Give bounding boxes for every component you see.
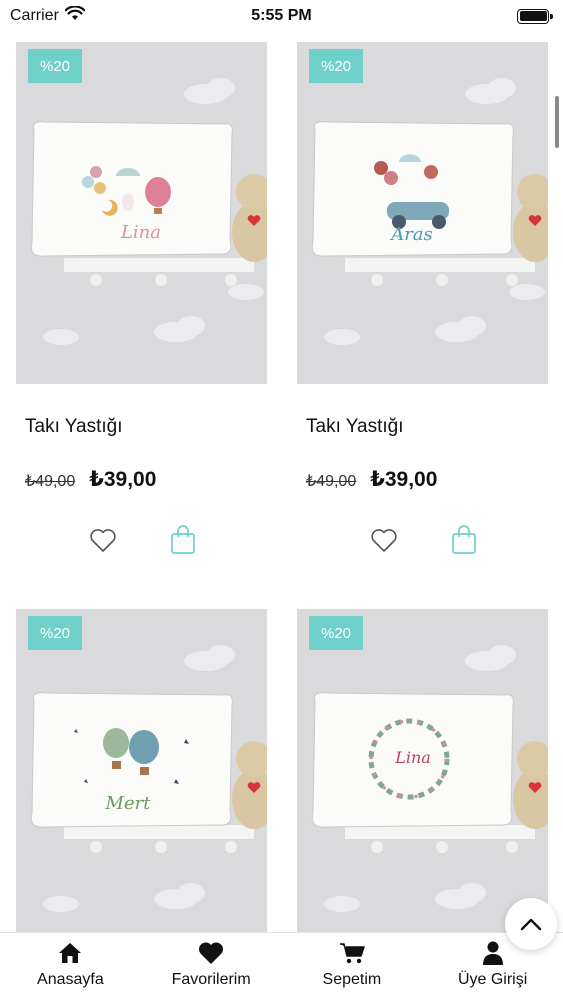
nav-label: Üye Girişi (457, 971, 528, 988)
heart-outline-icon (371, 529, 397, 552)
nav-item-home[interactable]: Anasayfa (0, 933, 141, 1000)
add-to-cart-button[interactable] (449, 525, 479, 555)
product-card[interactable]: Mert %20 (16, 609, 267, 932)
price-row: ₺49,00 ₺39,00 (306, 467, 437, 492)
new-price: ₺39,00 (370, 468, 438, 491)
nav-label: Sepetim (322, 971, 382, 988)
status-bar: Carrier 5:55 PM (0, 0, 563, 32)
card-actions (369, 525, 479, 555)
product-name[interactable]: Takı Yastığı (25, 416, 123, 438)
favorite-button[interactable] (88, 525, 118, 555)
wifi-icon (64, 5, 86, 26)
carrier-label: Carrier (10, 7, 59, 24)
pillow-name-text: Aras (389, 224, 433, 245)
product-card[interactable]: Aras %20 Takı Yastığı ₺49,00 ₺39,00 (297, 42, 548, 554)
scrollbar[interactable] (555, 96, 559, 148)
battery-icon (517, 8, 553, 24)
heart-icon (198, 939, 224, 967)
pillow-name-text: Mert (105, 793, 152, 814)
old-price: ₺49,00 (306, 473, 357, 490)
pillow-name-text: Lina (394, 748, 431, 767)
product-image[interactable]: Lina %20 (16, 42, 267, 384)
cart-icon (339, 939, 365, 967)
nav-label: Favorilerim (171, 971, 251, 988)
pillow-name-text: Lina (120, 222, 161, 243)
new-price: ₺39,00 (89, 468, 157, 491)
card-actions (88, 525, 198, 555)
heart-outline-icon (90, 529, 116, 552)
chevron-up-icon (520, 918, 542, 931)
product-card[interactable]: Lina %20 (297, 609, 548, 932)
add-to-cart-button[interactable] (168, 525, 198, 555)
shopping-bag-icon (452, 525, 476, 554)
status-left: Carrier (10, 5, 86, 26)
product-grid[interactable]: Lina %20 Takı Yastığı ₺49,00 ₺39,00 Aras… (0, 32, 563, 932)
product-image[interactable]: Mert %20 (16, 609, 267, 932)
bottom-nav: Anasayfa Favorilerim Sepetim Üye Girişi (0, 932, 563, 1000)
product-image[interactable]: Lina %20 (297, 609, 548, 932)
discount-badge: %20 (309, 49, 363, 83)
old-price: ₺49,00 (25, 473, 76, 490)
discount-badge: %20 (28, 616, 82, 650)
product-card[interactable]: Lina %20 Takı Yastığı ₺49,00 ₺39,00 (16, 42, 267, 554)
user-icon (482, 939, 503, 967)
shopping-bag-icon (171, 525, 195, 554)
price-row: ₺49,00 ₺39,00 (25, 467, 156, 492)
scroll-to-top-button[interactable] (505, 898, 557, 950)
product-image[interactable]: Aras %20 (297, 42, 548, 384)
discount-badge: %20 (309, 616, 363, 650)
nav-item-cart[interactable]: Sepetim (282, 933, 423, 1000)
nav-label: Anasayfa (37, 971, 104, 988)
favorite-button[interactable] (369, 525, 399, 555)
home-icon (58, 939, 82, 967)
discount-badge: %20 (28, 49, 82, 83)
nav-item-favorites[interactable]: Favorilerim (141, 933, 282, 1000)
status-time: 5:55 PM (251, 7, 312, 24)
product-name[interactable]: Takı Yastığı (306, 416, 404, 438)
